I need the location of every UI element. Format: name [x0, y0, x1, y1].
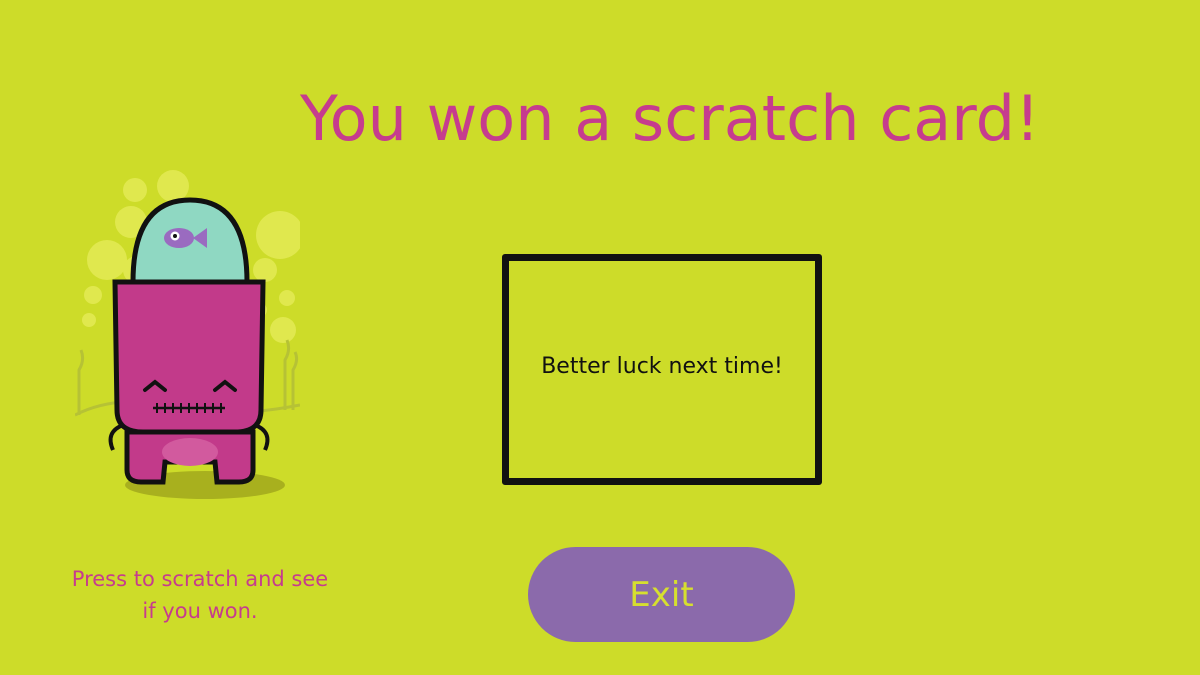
exit-button[interactable]: Exit: [528, 547, 795, 642]
page-title: You won a scratch card!: [300, 82, 1040, 155]
pink-monster-character-icon: [75, 170, 300, 499]
exit-button-label: Exit: [629, 574, 694, 615]
scratch-card[interactable]: Better luck next time!: [502, 254, 822, 485]
scratch-instructions: Press to scratch and see if you won.: [40, 563, 360, 627]
scratch-card-result: Better luck next time!: [541, 354, 783, 379]
scratch-instructions-line-2: if you won.: [142, 599, 258, 623]
scratch-instructions-line-1: Press to scratch and see: [71, 567, 329, 591]
